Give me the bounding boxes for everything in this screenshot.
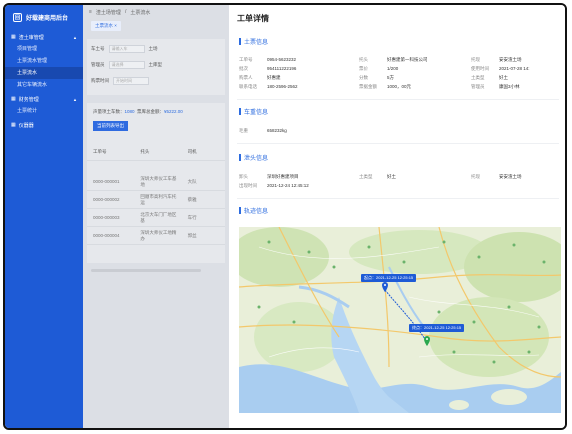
table-header: 工单号 托头 司机 [87,143,225,161]
table-row[interactable]: 0000-000003 北京大车门厂地区基 车行 [87,209,225,227]
section-ticket: 土票信息 [239,37,268,46]
list-page-underlay: ≡ 渣土场管理 / 土票流水 土票流水 × 车土号 请输入车 土场 管理员 请选… [83,5,229,428]
field-volume: 分数 5方 [359,75,395,80]
summary-card: 声量项土车数：1080 票库总金额：¥5222.00 当前列表导出 工单号 托头… [87,103,225,173]
divider [237,143,559,144]
track-map[interactable]: 起点：2021-12-25 12:25:15 终点：2021-12-25 12:… [239,227,561,413]
tab-strip: 土票流水 × [83,19,229,33]
horizontal-scrollbar[interactable] [91,269,201,272]
chevron-up-icon: ▲ [73,34,77,40]
grid-icon: ▦ [11,96,16,102]
detail-drawer: 工单详情 土票信息 工单号 0954-5623232 托头 好惠建第一科技公司 托现… [229,5,565,428]
filter-row: 购票时间 开始时间 [91,77,149,85]
field-buyer: 购票人 好惠建 [239,75,281,80]
menu-head-devices[interactable]: ▦ 仪器器 [5,119,83,131]
field-use-time: 使用时间 2021-07-28 14: [471,66,530,71]
menu-group-devices: ▦ 仪器器 [5,119,83,131]
breadcrumb: ≡ 渣土场管理 / 土票流水 [89,9,151,16]
field-amount: 票据金额 1000，00元 [359,84,412,89]
app-logo-icon: 回 [13,12,22,22]
table-row[interactable]: 0000-000001 深圳大师仪工车基地 大队 [87,173,225,191]
divider [237,99,559,100]
field-price: 票价 1/200 [359,66,399,71]
plate-input[interactable]: 请输入车 [108,45,145,53]
table-row[interactable]: 0000-000002 回顺市高利汽车托运 蔡雅 [87,191,225,209]
panel-title: 工单详情 [237,14,269,23]
filter-row: 车土号 请输入车 土场 [91,45,158,53]
start-time-label: 起点：2021-12-25 12:25:15 [361,274,417,282]
filter-row: 管理员 请选择 土库型 [91,61,162,69]
section-marker [239,154,241,161]
chevron-up-icon: ▲ [73,96,77,102]
tab-ticket-flow[interactable]: 土票流水 × [91,21,121,31]
menu-head-dirt[interactable]: ▦ 渣土审管理 ▲ [5,31,83,43]
section-track: 轨迹信息 [239,206,268,215]
menu-group-finance: ▦ 财务管理 ▲ 土票统计 [5,93,83,117]
grid-icon: ▦ [11,122,16,128]
section-marker [239,108,241,115]
table-body: 0000-000001 深圳大师仪工车基地 大队 0000-000002 回顺市高利汽… [87,173,225,263]
field-dump-soil-type: 土类型 好土 [359,174,396,179]
sidebar-item-other-vehicles[interactable]: 其它车辆流水 [5,79,83,91]
sidebar-item-projects[interactable]: 项目管理 [5,43,83,55]
field-soil-type: 土类型 好土 [471,75,508,80]
sidebar-item-ticket-flow[interactable]: 土票流水 [5,67,83,79]
menu-head-finance[interactable]: ▦ 财务管理 ▲ [5,93,83,105]
grid-icon: ▦ [11,34,16,40]
field-batch: 批次 954111222196 [239,66,297,71]
divider [237,198,559,199]
sidebar-item-ticket-flow-mgmt[interactable]: 土票流水管理 [5,55,83,67]
summary-line: 声量项土车数：1080 票库总金额：¥5222.00 [93,109,183,114]
date-start-input[interactable]: 开始时间 [113,77,149,85]
section-marker [239,38,241,45]
field-dump-site2: 托现 安安渣土场 [471,174,522,179]
field-gross-weight: 毛重 658232kg [239,128,287,133]
section-marker [239,207,241,214]
field-order-no: 工单号 0954-5623232 [239,57,297,62]
end-time-label: 终点：2021-12-25 12:25:15 [409,324,465,332]
field-dump-site: 卸头 深圳好惠建项目 [239,174,299,179]
screenshot-frame: 回 好载建商用后台 ▦ 渣土审管理 ▲ 项目管理 土票流水管理 土票流水 其它车… [3,3,567,430]
section-vehicle: 车重信息 [239,107,268,116]
app-title: 好载建商用后台 [26,15,69,22]
sidebar-item-ticket-stats[interactable]: 土票统计 [5,105,83,117]
field-site: 托现 安安渣土场 [471,57,522,62]
field-manager: 管理员 康国3小林 [471,84,520,89]
filter-card: 车土号 请输入车 土场 管理员 请选择 土库型 购票时间 开始时间 [87,39,225,95]
manager-select[interactable]: 请选择 [108,61,145,69]
section-dump: 泄头信息 [239,153,268,162]
field-phone: 联系电话 180-2596-2562 [239,84,298,89]
menu-group-dirt: ▦ 渣土审管理 ▲ 项目管理 土票流水管理 土票流水 其它车辆流水 [5,31,83,91]
map-canvas [239,227,561,413]
sidebar: 回 好载建商用后台 ▦ 渣土审管理 ▲ 项目管理 土票流水管理 土票流水 其它车… [5,5,83,428]
field-out-time: 出现时间 2021-12-24 12:45:12 [239,183,309,188]
app-logo[interactable]: 回 好载建商用后台 [5,5,83,29]
table-row[interactable]: 0000-000004 深圳大师仪工地精办 郭丝 [87,227,225,245]
field-carrier: 托头 好惠建第一科技公司 [359,57,428,62]
menu-toggle-icon[interactable]: ≡ [89,9,92,15]
export-button[interactable]: 当前列表导出 [93,121,128,131]
